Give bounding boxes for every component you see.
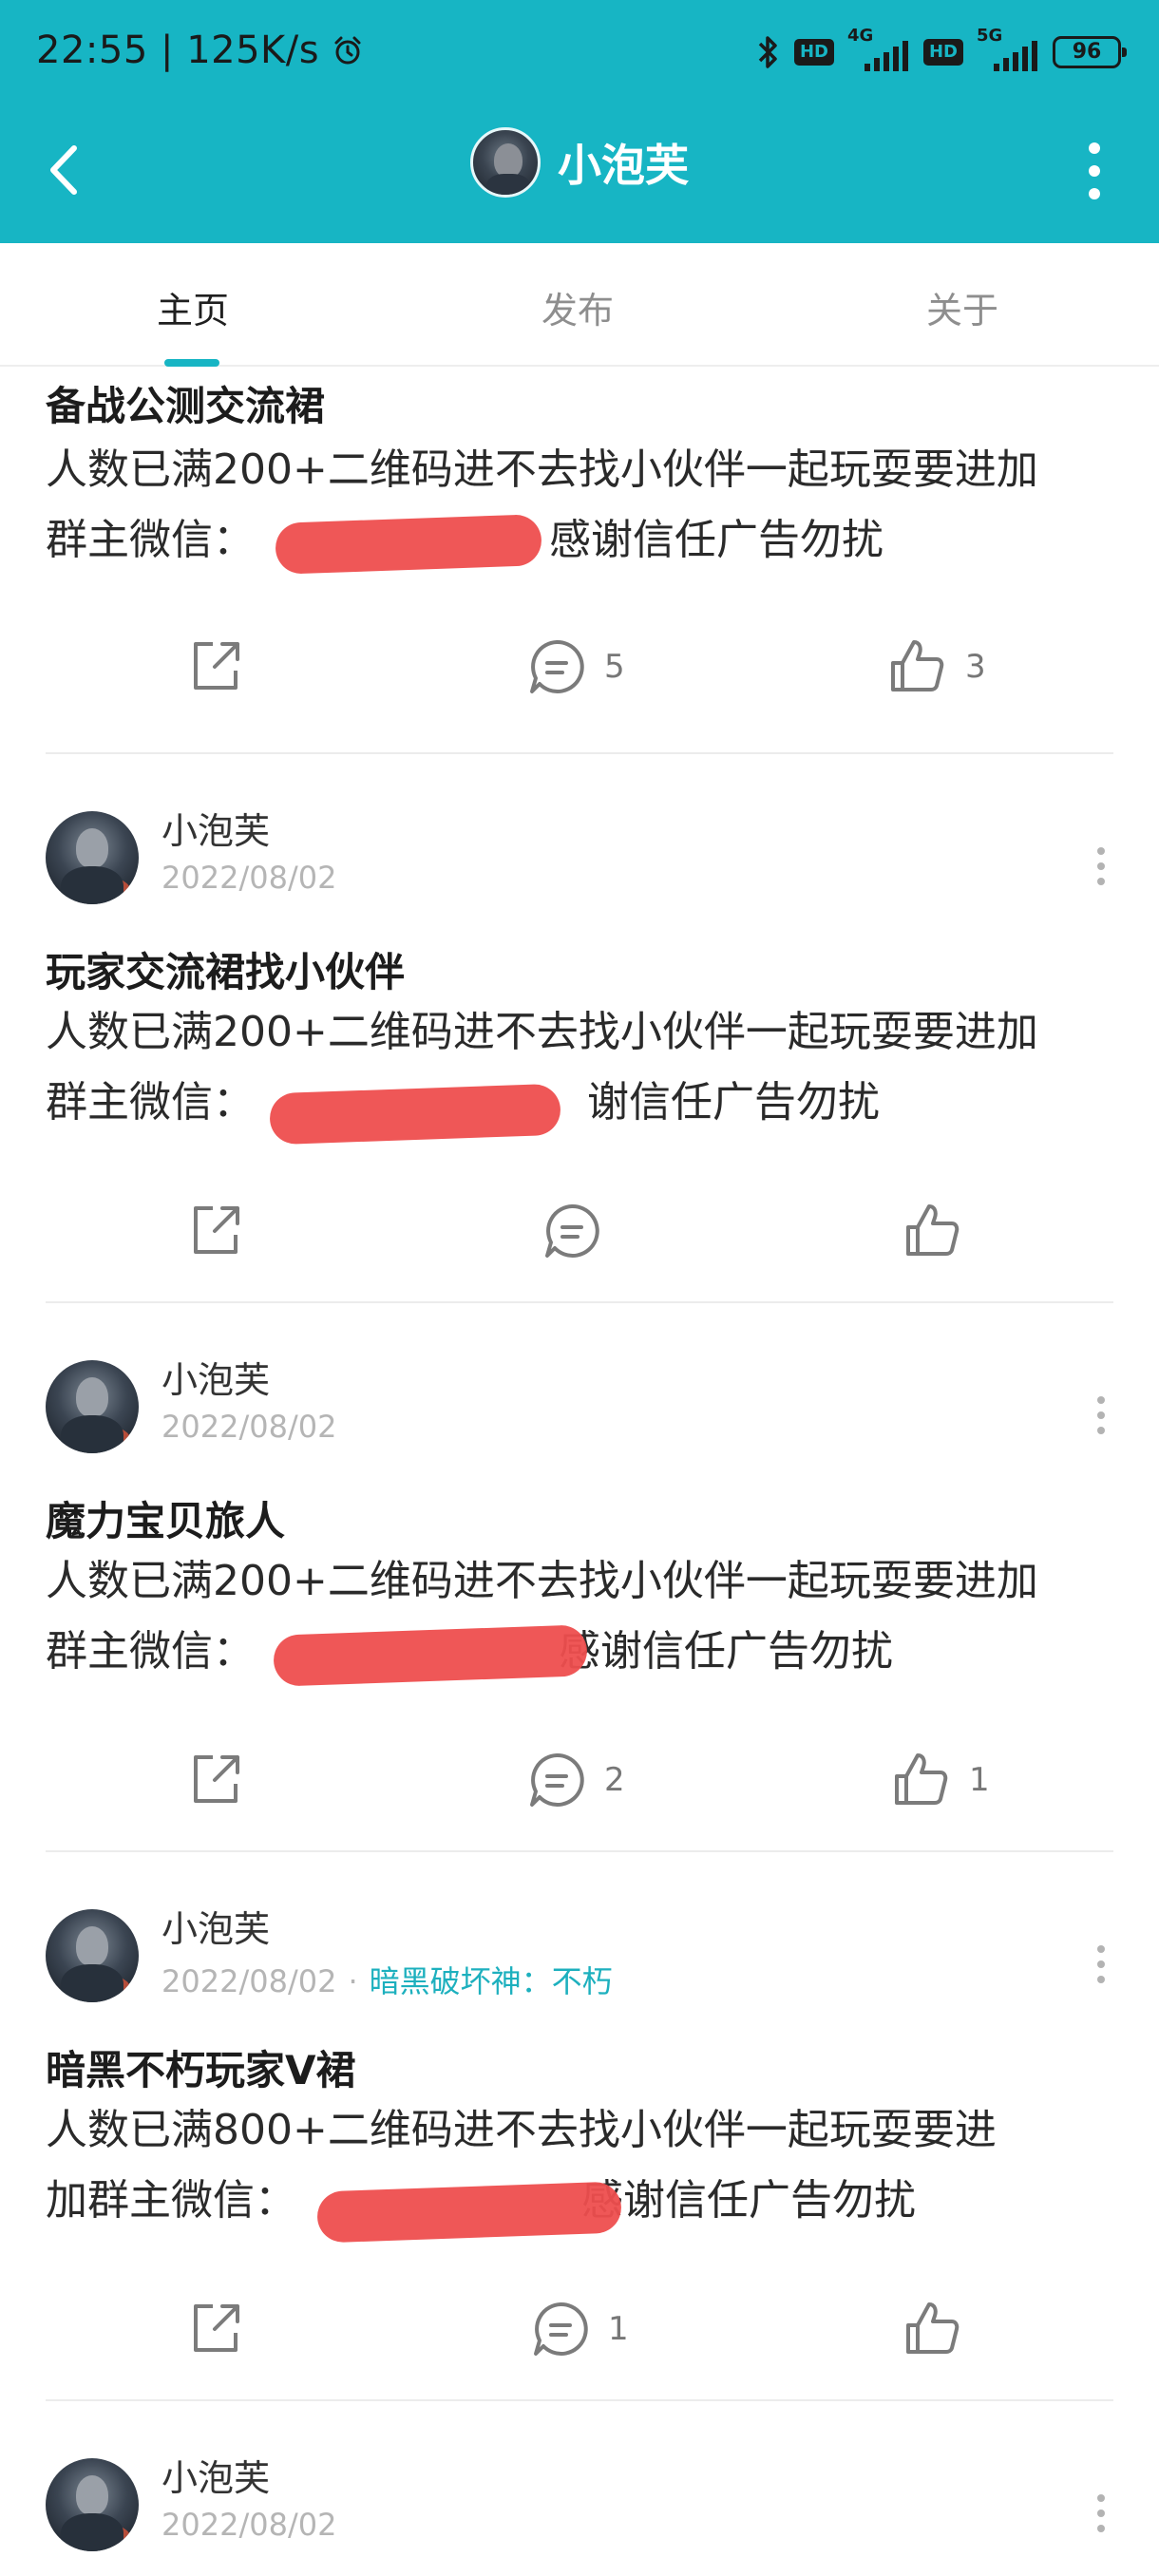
post-card[interactable]: 小泡芙 2022/08/02 魔力宝贝旅人 人数已满200+二维码进不去找小伙伴… xyxy=(0,1303,1159,1852)
like-count: 3 xyxy=(965,648,986,686)
post-card[interactable]: 小泡芙 2022/08/02 xyxy=(0,2401,1159,2576)
post-card[interactable]: 小泡芙 2022/08/02 · 暗黑破坏神：不朽 暗黑不朽玩家V裙 人数已满800… xyxy=(0,1852,1159,2401)
page-title: 小泡芙 xyxy=(558,140,689,191)
status-icons: HD 4G HD 5G 96 xyxy=(756,26,1127,78)
tab-indicator xyxy=(164,359,219,367)
hd-badge-2: HD xyxy=(922,39,963,66)
post-date: 2022/08/02 xyxy=(162,860,337,896)
hd-badge: HD xyxy=(793,39,834,66)
post-meta: 小泡芙 2022/08/02 xyxy=(162,1351,336,1445)
post-header xyxy=(46,1909,139,2002)
thumbs-up-icon xyxy=(906,2302,960,2354)
status-bar: 22:55 | 125K/s HD 4G HD 5G 96 xyxy=(0,0,1159,104)
share-icon xyxy=(194,642,239,690)
comment-count: 1 xyxy=(608,2310,629,2348)
comment-count: 5 xyxy=(604,648,625,686)
comment-icon xyxy=(530,1752,584,1807)
avatar[interactable] xyxy=(46,811,139,904)
tab-about[interactable]: 关于 xyxy=(867,281,1057,333)
post-more-button[interactable] xyxy=(1096,847,1106,885)
share-button[interactable] xyxy=(186,2299,245,2358)
post-header xyxy=(46,2458,139,2551)
comment-icon xyxy=(534,2301,588,2356)
like-button[interactable]: 1 xyxy=(891,1750,990,1810)
post-header xyxy=(46,1360,139,1453)
post-more-button[interactable] xyxy=(1096,1945,1106,1983)
redaction-mark xyxy=(316,2181,622,2244)
share-button[interactable] xyxy=(186,1750,245,1809)
signal-5g-icon: 5G xyxy=(977,26,1039,73)
comment-icon xyxy=(530,639,584,693)
like-count: 1 xyxy=(969,1761,990,1799)
share-button[interactable] xyxy=(186,1201,245,1260)
battery-icon: 96 xyxy=(1053,36,1127,68)
post-actions xyxy=(0,1201,1159,1277)
post-body: 人数已满200+二维码进不去找小伙伴一起玩耍要进加 群主微信： 感谢信任广告勿扰 xyxy=(46,1557,1038,1676)
post-title: 魔力宝贝旅人 xyxy=(46,1498,286,1544)
status-time: 22:55 | 125K/s xyxy=(36,28,364,72)
post-date: 2022/08/02 · 暗黑破坏神：不朽 xyxy=(162,1963,613,1999)
redaction-mark xyxy=(273,1624,588,1687)
avatar[interactable] xyxy=(470,127,541,198)
like-button[interactable]: 3 xyxy=(887,636,986,697)
avatar[interactable] xyxy=(46,1360,139,1453)
post-date: 2022/08/02 xyxy=(162,2507,337,2543)
post-title: 备战公测交流裙 xyxy=(46,383,326,429)
post-meta: 小泡芙 2022/08/02 xyxy=(162,2449,336,2543)
avatar[interactable] xyxy=(46,2458,139,2551)
comment-icon xyxy=(545,1203,599,1258)
post-card[interactable]: 备战公测交流裙 人数已满200+二维码进不去找小伙伴一起玩耍要进加 群主微信：感… xyxy=(0,367,1159,754)
post-actions: 2 1 xyxy=(0,1750,1159,1826)
post-body: 人数已满200+二维码进不去找小伙伴一起玩耍要进加 群主微信： 感谢信任广告勿扰 xyxy=(46,445,1038,564)
post-meta: 小泡芙 2022/08/02 · 暗黑破坏神：不朽 xyxy=(162,1900,613,2001)
post-feed: 备战公测交流裙 人数已满200+二维码进不去找小伙伴一起玩耍要进加 群主微信：感… xyxy=(0,367,1159,2551)
title-group: 小泡芙 xyxy=(0,127,1159,198)
comment-button[interactable] xyxy=(542,1201,619,1261)
author-name[interactable]: 小泡芙 xyxy=(162,1351,336,1403)
more-options-button[interactable] xyxy=(1085,142,1104,199)
thumbs-up-icon xyxy=(906,1204,960,1256)
tab-home[interactable]: 主页 xyxy=(98,281,288,333)
redaction-mark xyxy=(275,514,542,575)
comment-button[interactable]: 2 xyxy=(526,1750,625,1810)
tab-publish[interactable]: 发布 xyxy=(483,281,673,333)
share-icon xyxy=(194,2304,239,2352)
post-title: 玩家交流裙找小伙伴 xyxy=(46,949,406,995)
post-header xyxy=(46,811,139,904)
thumbs-up-icon xyxy=(891,640,944,691)
post-more-button[interactable] xyxy=(1096,1396,1106,1434)
share-icon xyxy=(194,1206,239,1254)
post-meta: 小泡芙 2022/08/02 xyxy=(162,802,336,896)
like-button[interactable] xyxy=(902,1201,980,1261)
app-bar: 小泡芙 xyxy=(0,104,1159,243)
post-actions: 5 3 xyxy=(0,636,1159,712)
tab-bar: 主页 发布 关于 xyxy=(0,243,1159,367)
post-date: 2022/08/02 xyxy=(162,1409,337,1445)
comment-button[interactable]: 1 xyxy=(530,2299,629,2359)
avatar[interactable] xyxy=(46,1909,139,2002)
thumbs-up-icon xyxy=(895,1753,948,1805)
signal-4g-icon: 4G xyxy=(847,26,910,73)
author-name[interactable]: 小泡芙 xyxy=(162,2449,336,2501)
share-button[interactable] xyxy=(186,636,245,695)
bluetooth-icon xyxy=(758,36,777,68)
redaction-mark xyxy=(269,1083,561,1146)
like-button[interactable] xyxy=(902,2299,980,2359)
post-title: 暗黑不朽玩家V裙 xyxy=(46,2047,356,2093)
post-more-button[interactable] xyxy=(1096,2494,1106,2532)
comment-count: 2 xyxy=(604,1761,625,1799)
author-name[interactable]: 小泡芙 xyxy=(162,802,336,854)
author-name[interactable]: 小泡芙 xyxy=(162,1900,613,1952)
comment-button[interactable]: 5 xyxy=(526,636,625,697)
share-icon xyxy=(194,1755,239,1803)
alarm-icon xyxy=(334,36,361,65)
post-actions: 1 xyxy=(0,2299,1159,2375)
post-card[interactable]: 小泡芙 2022/08/02 玩家交流裙找小伙伴 人数已满200+二维码进不去找… xyxy=(0,754,1159,1303)
game-tag[interactable]: 暗黑破坏神：不朽 xyxy=(370,1963,613,1999)
post-body: 人数已满200+二维码进不去找小伙伴一起玩耍要进加 群主微信： 谢信任广告勿扰 xyxy=(46,1008,1038,1127)
